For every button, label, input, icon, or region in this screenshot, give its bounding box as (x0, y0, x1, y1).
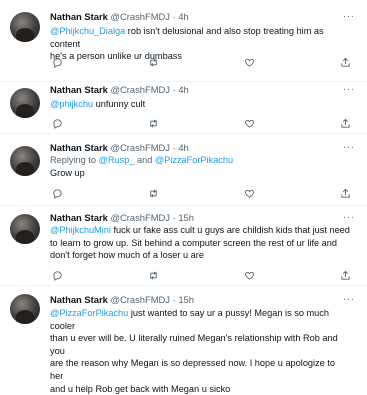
replying-mention-link[interactable]: @Rusp_ (99, 155, 135, 165)
share-icon[interactable] (338, 55, 352, 69)
tweet-actions (50, 186, 350, 200)
separator-dot: · (172, 11, 176, 22)
reply-icon[interactable] (50, 116, 64, 130)
retweet-icon[interactable] (146, 186, 160, 200)
more-options-icon[interactable]: ··· (343, 142, 355, 153)
retweet-icon[interactable] (146, 268, 160, 282)
tweet-text-line: Grow up (50, 167, 85, 178)
like-icon[interactable] (242, 55, 256, 69)
mention-link[interactable]: @PizzaForPikachu (50, 308, 128, 318)
tweet-header: Nathan Stark @CrashFMDJ · 15h (50, 212, 194, 224)
reply-icon[interactable] (50, 55, 64, 69)
tweet[interactable]: Nathan Stark @CrashFMDJ · 4h ··· @phijkc… (0, 82, 367, 134)
tweet-actions (50, 55, 350, 69)
mention-link[interactable]: @Phijkchu_Dialga (50, 26, 125, 36)
tweet-text-line: than u ever will be. U literally ruined … (50, 333, 338, 356)
tweet[interactable]: Nathan Stark @CrashFMDJ · 4h ··· Replyin… (0, 134, 367, 206)
like-icon[interactable] (242, 186, 256, 200)
avatar[interactable] (10, 146, 40, 176)
separator-dot: · (172, 294, 176, 305)
more-options-icon[interactable]: ··· (343, 11, 355, 22)
author-name[interactable]: Nathan Stark (50, 84, 108, 95)
tweet-text-line: don't forget how much of a loser u are (50, 250, 204, 261)
separator-dot: · (172, 142, 176, 153)
tweet-text-line: are the reason why Megan is so depressed… (50, 358, 335, 381)
mention-link[interactable]: @phijkchu (50, 99, 93, 109)
avatar[interactable] (10, 12, 40, 42)
more-options-icon[interactable]: ··· (343, 84, 355, 95)
tweet[interactable]: Nathan Stark @CrashFMDJ · 15h ··· @Phijk… (0, 206, 367, 286)
timestamp[interactable]: 15h (178, 294, 194, 305)
tweet-text: @PizzaForPikachu just wanted to say ur a… (50, 307, 350, 395)
author-name[interactable]: Nathan Stark (50, 212, 108, 223)
share-icon[interactable] (338, 268, 352, 282)
tweet-header: Nathan Stark @CrashFMDJ · 15h (50, 294, 194, 306)
like-icon[interactable] (242, 116, 256, 130)
more-options-icon[interactable]: ··· (343, 212, 355, 223)
timestamp[interactable]: 15h (178, 212, 194, 223)
tweet[interactable]: Nathan Stark @CrashFMDJ · 4h ··· @Phijkc… (0, 0, 367, 82)
tweet-text: Replying to @Rusp_ and @PizzaForPikachu … (50, 154, 350, 179)
retweet-icon[interactable] (146, 55, 160, 69)
avatar[interactable] (10, 294, 40, 324)
separator-dot: · (172, 84, 176, 95)
separator-dot: · (172, 212, 176, 223)
mention-link[interactable]: @PhijkchuMini (50, 225, 111, 235)
reply-icon[interactable] (50, 186, 64, 200)
avatar[interactable] (10, 88, 40, 118)
tweet-text-line: to learn to grow up. Sit behind a comput… (50, 237, 338, 248)
avatar[interactable] (10, 214, 40, 244)
timestamp[interactable]: 4h (178, 11, 188, 22)
timestamp[interactable]: 4h (178, 142, 188, 153)
like-icon[interactable] (242, 268, 256, 282)
share-icon[interactable] (338, 186, 352, 200)
more-options-icon[interactable]: ··· (343, 294, 355, 305)
author-name[interactable]: Nathan Stark (50, 11, 108, 22)
replying-to-label: Replying to (50, 155, 99, 165)
author-handle[interactable]: @CrashFMDJ (110, 294, 170, 305)
timestamp[interactable]: 4h (178, 84, 188, 95)
author-handle[interactable]: @CrashFMDJ (110, 142, 170, 153)
tweet-header: Nathan Stark @CrashFMDJ · 4h (50, 142, 189, 154)
tweet[interactable]: Nathan Stark @CrashFMDJ · 15h ··· @Pizza… (0, 286, 367, 394)
tweet-actions (50, 268, 350, 282)
tweet-header: Nathan Stark @CrashFMDJ · 4h (50, 84, 189, 96)
tweet-header: Nathan Stark @CrashFMDJ · 4h (50, 11, 189, 23)
replying-mention-link[interactable]: @PizzaForPikachu (155, 155, 233, 165)
tweet-feed: Nathan Stark @CrashFMDJ · 4h ··· @Phijkc… (0, 0, 367, 394)
tweet-text-line: fuck ur fake ass cult u guys are childis… (110, 225, 350, 235)
author-name[interactable]: Nathan Stark (50, 294, 108, 305)
tweet-text: @phijkchu unfunny cult (50, 98, 350, 111)
author-handle[interactable]: @CrashFMDJ (110, 212, 170, 223)
retweet-icon[interactable] (146, 116, 160, 130)
tweet-text: @PhijkchuMini fuck ur fake ass cult u gu… (50, 224, 350, 262)
reply-icon[interactable] (50, 268, 64, 282)
replying-and-label: and (134, 155, 155, 165)
tweet-actions (50, 116, 350, 130)
author-handle[interactable]: @CrashFMDJ (110, 84, 170, 95)
author-handle[interactable]: @CrashFMDJ (110, 11, 170, 22)
tweet-text-line: and u help Rob get back with Megan u sic… (50, 383, 231, 394)
share-icon[interactable] (338, 116, 352, 130)
tweet-text-line: unfunny cult (93, 99, 146, 109)
author-name[interactable]: Nathan Stark (50, 142, 108, 153)
